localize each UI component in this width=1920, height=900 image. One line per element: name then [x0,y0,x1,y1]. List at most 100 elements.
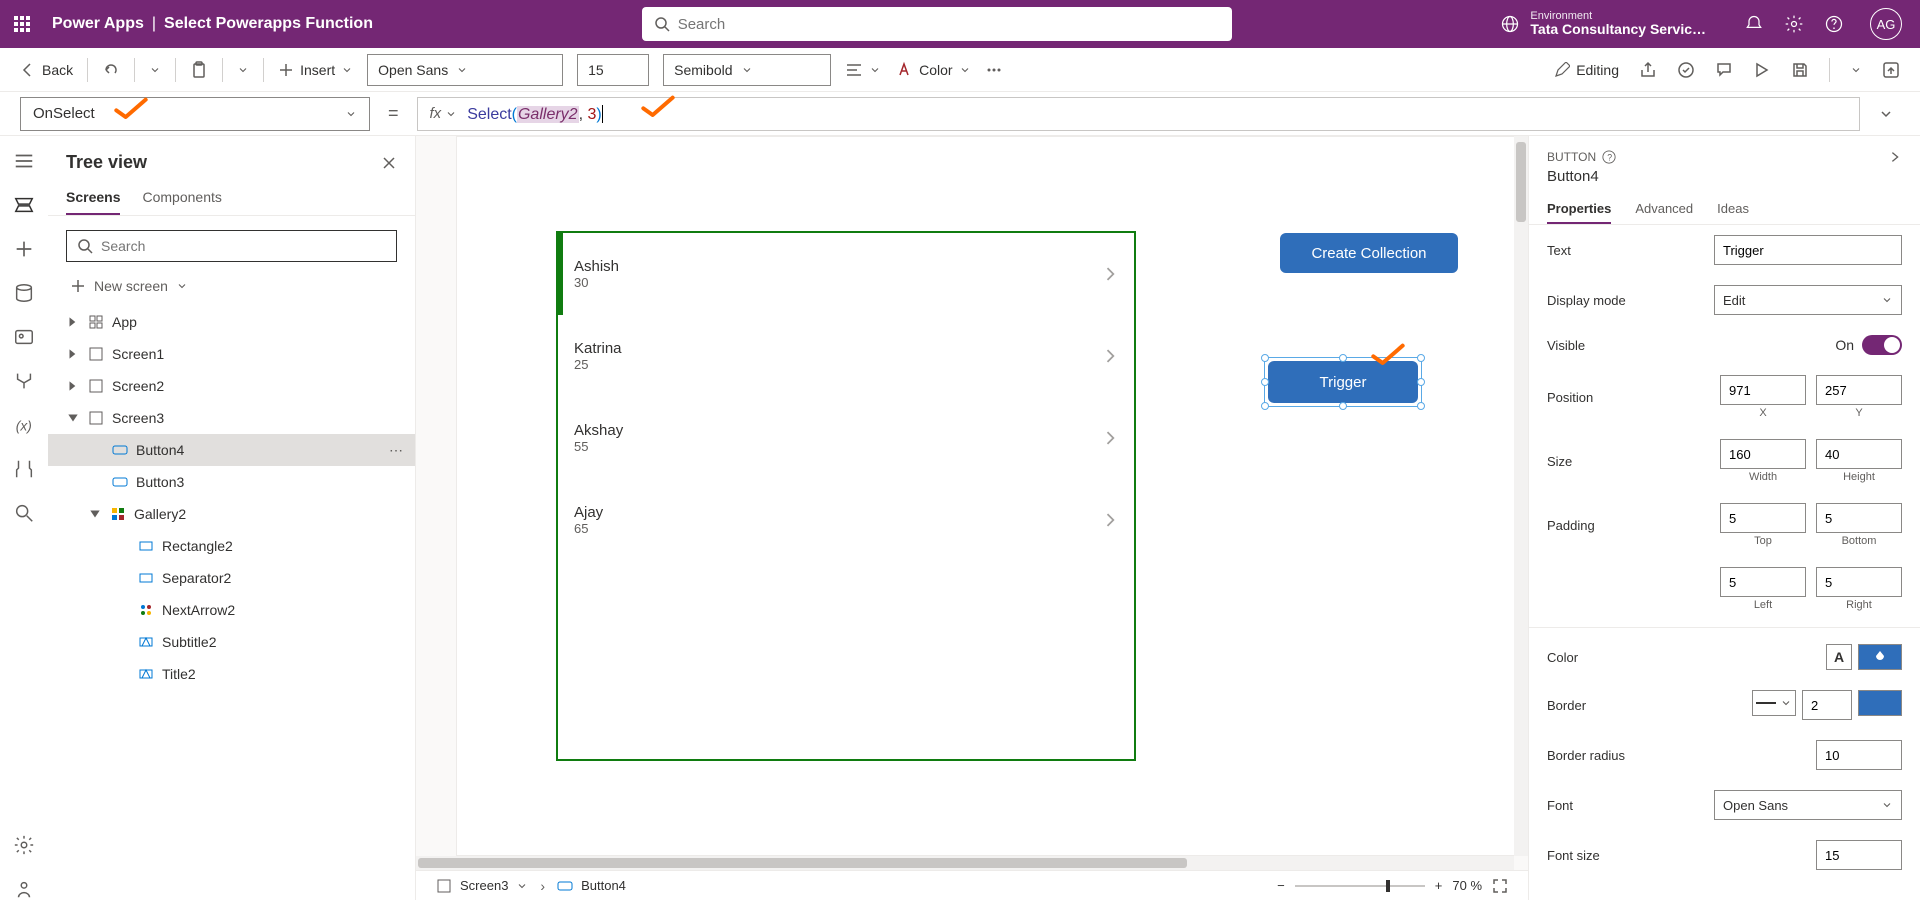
scrollbar-vertical[interactable] [1514,136,1528,856]
breadcrumb-control[interactable]: Button4 [557,878,626,894]
formula-expand[interactable] [1872,100,1900,128]
editing-mode[interactable]: Editing [1554,62,1619,78]
property-selector[interactable]: OnSelect [20,97,370,131]
breadcrumb-screen[interactable]: Screen3 [436,878,528,894]
zoom-slider[interactable] [1295,885,1425,887]
gallery-item[interactable]: Ajay65 [558,479,1134,561]
search-rail-icon[interactable] [13,502,35,524]
tree-node-title2[interactable]: Title2 [48,658,415,690]
environment-picker[interactable]: Environment Tata Consultancy Servic… [1500,10,1706,37]
save-dropdown[interactable] [1850,64,1862,76]
border-radius-input[interactable] [1816,740,1902,770]
display-mode-dropdown[interactable]: Edit [1714,285,1902,315]
height-input[interactable] [1816,439,1902,469]
pad-bottom-input[interactable] [1816,503,1902,533]
tree-view-icon[interactable] [13,194,35,216]
flows-icon[interactable] [13,370,35,392]
font-color-swatch[interactable]: A [1826,644,1852,670]
pad-left-input[interactable] [1720,567,1806,597]
pos-x-input[interactable] [1720,375,1806,405]
preview-icon[interactable] [1753,61,1771,79]
trigger-button[interactable]: Trigger [1268,361,1418,403]
data-icon[interactable] [13,282,35,304]
save-icon[interactable] [1791,61,1809,79]
comments-icon[interactable] [1715,61,1733,79]
border-width-input[interactable] [1802,690,1852,720]
color-dropdown[interactable]: Color [895,61,970,79]
tab-properties[interactable]: Properties [1547,195,1611,224]
help-icon[interactable] [1824,14,1844,34]
app-launcher-icon[interactable] [10,12,34,36]
new-screen-button[interactable]: New screen [48,272,415,306]
tree-node-rectangle2[interactable]: Rectangle2 [48,530,415,562]
tree-node-subtitle2[interactable]: Subtitle2 [48,626,415,658]
tree-node-button3[interactable]: Button3 [48,466,415,498]
hamburger-icon[interactable] [13,150,35,172]
paste-dropdown[interactable] [237,64,249,76]
info-icon[interactable]: ? [1602,150,1616,164]
search-input[interactable] [678,16,1220,33]
tree-node-screen3[interactable]: Screen3 [48,402,415,434]
ask-icon[interactable] [13,878,35,900]
paste-icon[interactable] [190,61,208,79]
font-family-dropdown[interactable]: Open Sans [367,54,563,86]
font-weight-dropdown[interactable]: Semibold [663,54,831,86]
gallery-item[interactable]: Katrina25 [558,315,1134,397]
chevron-right-icon[interactable] [1104,513,1118,527]
fit-screen-icon[interactable] [1492,878,1508,894]
chevron-right-icon[interactable] [1104,431,1118,445]
settings-rail-icon[interactable] [13,834,35,856]
tree-node-button4[interactable]: Button4⋯ [48,434,415,466]
tree-node-separator2[interactable]: Separator2 [48,562,415,594]
width-input[interactable] [1720,439,1806,469]
zoom-in[interactable]: + [1435,878,1443,893]
insert-icon[interactable] [13,238,35,260]
tab-advanced[interactable]: Advanced [1635,195,1693,224]
pad-right-input[interactable] [1816,567,1902,597]
tab-ideas[interactable]: Ideas [1717,195,1749,224]
tab-screens[interactable]: Screens [66,181,120,215]
tree-search-input[interactable] [101,238,386,254]
align-dropdown[interactable] [845,61,881,79]
tree-search[interactable] [66,230,397,262]
gallery-item[interactable]: Ashish30 [558,233,1134,315]
more-icon[interactable]: ⋯ [389,442,415,459]
canvas[interactable]: Ashish30 Katrina25 Akshay55 Ajay65 Creat… [416,136,1528,900]
text-input[interactable] [1714,235,1902,265]
gallery-item[interactable]: Akshay55 [558,397,1134,479]
publish-icon[interactable] [1882,61,1900,79]
fill-color-swatch[interactable] [1858,644,1902,670]
tree-node-app[interactable]: App [48,306,415,338]
pad-top-input[interactable] [1720,503,1806,533]
formula-input[interactable]: fx Select(Gallery2, 3) [417,97,1860,131]
media-icon[interactable] [13,326,35,348]
chevron-right-icon[interactable] [1888,150,1902,164]
font-size-prop-input[interactable] [1816,840,1902,870]
tab-components[interactable]: Components [142,181,221,215]
tree-node-screen1[interactable]: Screen1 [48,338,415,370]
undo-icon[interactable] [102,61,120,79]
create-collection-button[interactable]: Create Collection [1280,233,1458,273]
tree-node-nextarrow2[interactable]: NextArrow2 [48,594,415,626]
settings-icon[interactable] [1784,14,1804,34]
pos-y-input[interactable] [1816,375,1902,405]
border-style-dropdown[interactable] [1752,690,1796,716]
tree-node-screen2[interactable]: Screen2 [48,370,415,402]
notifications-icon[interactable] [1744,14,1764,34]
chevron-right-icon[interactable] [1104,267,1118,281]
global-search[interactable] [642,7,1232,41]
checker-icon[interactable] [1677,61,1695,79]
insert-button[interactable]: Insert [278,62,353,78]
chevron-right-icon[interactable] [1104,349,1118,363]
gallery-control[interactable]: Ashish30 Katrina25 Akshay55 Ajay65 [556,231,1136,761]
font-dropdown[interactable]: Open Sans [1714,790,1902,820]
visible-toggle[interactable] [1862,335,1902,355]
tools-icon[interactable] [13,458,35,480]
undo-dropdown[interactable] [149,64,161,76]
overflow-icon[interactable] [985,61,1003,79]
variables-icon[interactable]: (x) [13,414,35,436]
border-color-swatch[interactable] [1858,690,1902,716]
fx-icon[interactable]: fx [430,105,458,122]
close-icon[interactable] [381,155,397,171]
scrollbar-horizontal[interactable] [416,856,1514,870]
